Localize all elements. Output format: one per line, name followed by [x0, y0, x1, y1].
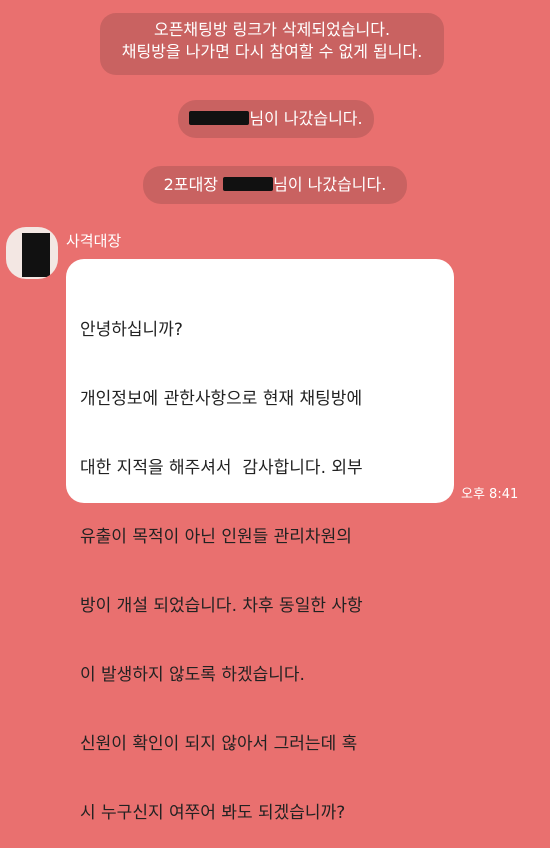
avatar[interactable]	[6, 227, 58, 279]
message-bubble[interactable]: 안녕하십니까? 개인정보에 관한사항으로 현재 채팅방에 대한 지적을 해주셔서…	[66, 259, 454, 823]
redacted-username	[189, 111, 250, 125]
notice-line-1: 오픈채팅방 링크가 삭제되었습니다.	[153, 20, 391, 39]
message-line: 방이 개설 되었습니다. 차후 동일한 사항	[80, 596, 363, 616]
system-notice-user-left: 님이 나갔습니다.	[178, 100, 374, 138]
notice-line-2: 채팅방을 나가면 다시 참여할 수 없게 됩니다.	[121, 42, 423, 61]
user-left-text: 님이 나갔습니다.	[273, 175, 387, 194]
system-notice-user-left-2: 2포대장 님이 나갔습니다.	[143, 166, 407, 204]
system-notice-link-deleted: 오픈채팅방 링크가 삭제되었습니다. 채팅방을 나가면 다시 참여할 수 없게 …	[100, 13, 444, 75]
message-timestamp: 오후 8:41	[461, 487, 519, 502]
message-line: 유출이 목적이 아닌 인원들 관리차원의	[80, 527, 352, 547]
message-line: 안녕하십니까?	[80, 320, 183, 340]
redacted-avatar-image	[22, 233, 50, 277]
message-line: 개인정보에 관한사항으로 현재 채팅방에	[80, 389, 363, 409]
user-left-text: 님이 나갔습니다.	[249, 109, 363, 128]
message-line: 대한 지적을 해주셔서 감사합니다. 외부	[80, 458, 363, 478]
redacted-username	[223, 177, 274, 191]
message-line: 시 누구신지 여쭈어 봐도 되겠습니까?	[80, 803, 346, 823]
message-line: 이 발생하지 않도록 하겠습니다.	[80, 665, 305, 685]
user-left-prefix: 2포대장	[163, 175, 219, 194]
message-line: 신원이 확인이 되지 않아서 그러는데 혹	[80, 734, 358, 754]
sender-name: 사격대장	[66, 232, 122, 250]
